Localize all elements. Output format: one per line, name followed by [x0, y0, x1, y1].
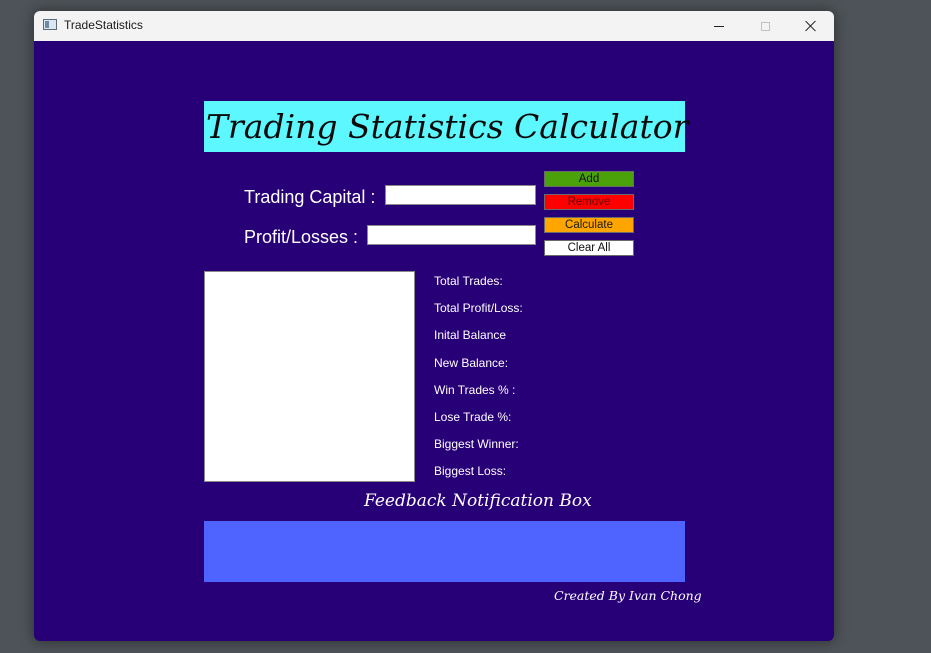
stat-total-trades: Total Trades:: [434, 274, 503, 288]
stat-win-trades-pct: Win Trades % :: [434, 383, 516, 397]
title-banner: Trading Statistics Calculator: [204, 101, 689, 152]
feedback-title: Feedback Notification Box: [364, 491, 592, 511]
window-title: TradeStatistics: [64, 18, 143, 32]
close-icon: [805, 20, 817, 32]
stat-biggest-loss: Biggest Loss:: [434, 464, 507, 478]
add-button[interactable]: Add: [544, 171, 634, 187]
maximize-button[interactable]: [742, 11, 788, 41]
app-window: TradeStatistics Trading Statistics Calcu…: [34, 11, 834, 641]
credit-text: Created By Ivan Chong: [554, 588, 702, 603]
trading-capital-input[interactable]: [385, 185, 536, 205]
profit-losses-input[interactable]: [367, 225, 536, 245]
trades-listbox[interactable]: [204, 271, 415, 482]
calculate-button[interactable]: Calculate: [544, 217, 634, 233]
app-icon: [43, 19, 57, 30]
minimize-icon: [714, 25, 724, 27]
clear-all-button[interactable]: Clear All: [544, 240, 634, 256]
trading-capital-label: Trading Capital :: [244, 187, 376, 207]
stat-total-profit-loss: Total Profit/Loss:: [434, 301, 523, 315]
remove-button[interactable]: Remove: [544, 194, 634, 210]
maximize-icon: [760, 21, 770, 31]
title-bar[interactable]: TradeStatistics: [34, 11, 834, 41]
profit-losses-label: Profit/Losses :: [244, 227, 359, 247]
feedback-notification-box: [204, 521, 685, 582]
page-title: Trading Statistics Calculator: [206, 107, 689, 146]
stat-lose-trade-pct: Lose Trade %:: [434, 410, 512, 424]
stat-initial-balance: Inital Balance: [434, 328, 507, 342]
close-button[interactable]: [788, 11, 834, 41]
stat-new-balance: New Balance:: [434, 356, 509, 370]
stat-biggest-winner: Biggest Winner:: [434, 437, 519, 451]
minimize-button[interactable]: [696, 11, 742, 41]
